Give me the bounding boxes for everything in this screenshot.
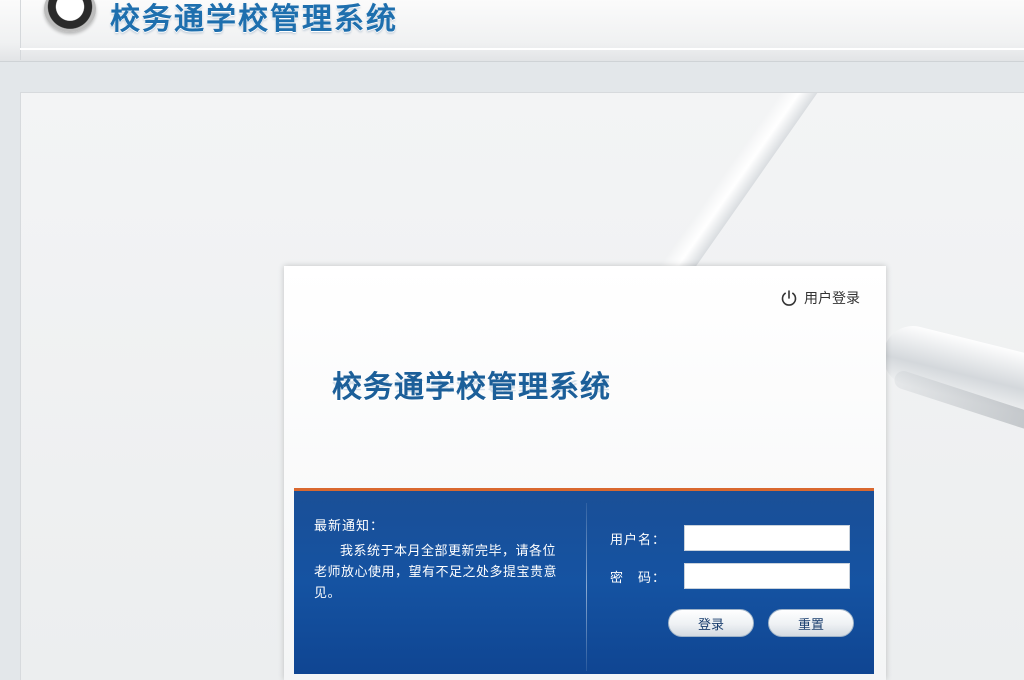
band-divider: [586, 503, 587, 671]
power-icon: [780, 289, 798, 307]
app-title: 校务通学校管理系统: [110, 2, 398, 37]
username-label: 用户名：: [610, 532, 667, 548]
header-divider: [20, 48, 1024, 50]
login-box: 用户登录 校务通学校管理系统 校务通学校管理系统 最新通知： 我系统于本月全部更…: [284, 266, 886, 680]
header-bar: 校务通学校管理系统: [0, 0, 1024, 62]
password-input[interactable]: [684, 563, 850, 589]
username-row: 用户名：: [610, 525, 850, 551]
user-login-link[interactable]: 用户登录: [780, 288, 860, 308]
login-band: 最新通知： 我系统于本月全部更新完毕，请各位老师放心使用，望有不足之处多提宝贵意…: [294, 488, 874, 674]
password-label: 密 码：: [610, 570, 667, 586]
password-row: 密 码：: [610, 563, 850, 589]
username-input[interactable]: [684, 525, 850, 551]
login-button[interactable]: 登录: [668, 609, 754, 637]
notice-title: 最新通知：: [314, 519, 385, 534]
notice-body: 我系统于本月全部更新完毕，请各位老师放心使用，望有不足之处多提宝贵意见。: [314, 544, 558, 601]
user-login-label: 用户登录: [804, 291, 860, 307]
system-title-reflection: 校务通学校管理系统: [332, 376, 611, 393]
reset-button[interactable]: 重置: [768, 609, 854, 637]
